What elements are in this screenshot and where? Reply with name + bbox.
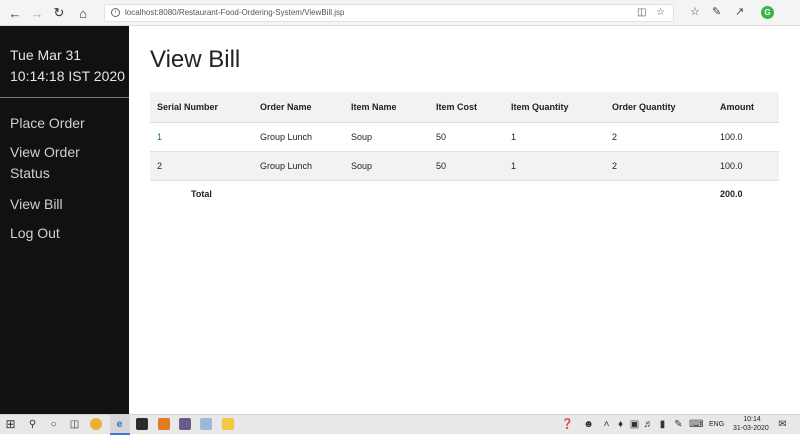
network-icon[interactable]: ▣: [628, 418, 641, 431]
home-icon[interactable]: ⌂: [74, 4, 92, 22]
people-icon[interactable]: ☻: [582, 418, 595, 431]
windows-taskbar: ⊞ ⚲ ○ ◫ e ❓ ☻ ˄ ♦ ▣ ♬ ▮ ✎ ⌨ ENG 10:14 31…: [0, 414, 800, 435]
terminal-icon[interactable]: [136, 418, 148, 430]
order-quantity-cell: 2: [605, 151, 713, 181]
item-name-cell: Soup: [344, 151, 429, 181]
pen-workspace-icon[interactable]: ✎: [672, 418, 685, 431]
app-orange-icon[interactable]: [158, 418, 170, 430]
favorites-bar-icon[interactable]: ☆: [690, 5, 700, 18]
item-quantity-cell: 1: [504, 122, 605, 152]
pen-icon[interactable]: ✎: [712, 5, 721, 18]
forward-icon[interactable]: →: [28, 4, 46, 22]
search-icon[interactable]: ⚲: [26, 418, 39, 431]
item-cost-cell: 50: [429, 151, 504, 181]
item-quantity-cell: 1: [504, 151, 605, 181]
sidebar-item-place-order[interactable]: Place Order: [10, 113, 120, 134]
notifications-icon[interactable]: ✉: [776, 418, 789, 431]
serial-number-cell[interactable]: 1: [150, 122, 253, 152]
column-header-amount: Amount: [713, 92, 779, 123]
chevron-up-icon[interactable]: ˄: [600, 418, 613, 431]
total-spacer-cell: [605, 180, 713, 208]
help-icon[interactable]: ❓: [561, 418, 574, 431]
share-icon[interactable]: ↗: [735, 5, 744, 18]
clock-date: Tue Mar 31: [10, 47, 82, 63]
taskbar-date[interactable]: 31-03-2020: [733, 425, 769, 432]
order-name-cell: Group Lunch: [253, 122, 344, 152]
column-header-item-cost: Item Cost: [429, 92, 504, 123]
total-row: Total 200.0: [150, 180, 779, 208]
sidebar-divider: [0, 97, 129, 98]
windows-start-icon[interactable]: ⊞: [4, 418, 17, 431]
total-spacer-cell: [344, 180, 429, 208]
profile-avatar[interactable]: G: [761, 6, 774, 19]
clock: Tue Mar 31 10:14:18 IST 2020: [10, 45, 125, 87]
bill-table: Serial Number Order Name Item Name Item …: [150, 92, 779, 208]
order-quantity-cell: 2: [605, 122, 713, 152]
column-header-item-name: Item Name: [344, 92, 429, 123]
total-label: Total: [191, 189, 212, 200]
order-name-cell: Group Lunch: [253, 151, 344, 181]
sidebar-item-log-out[interactable]: Log Out: [10, 223, 120, 244]
item-name-cell: Soup: [344, 122, 429, 152]
serial-number-cell: 2: [150, 151, 253, 181]
dropbox-icon[interactable]: ♦: [614, 418, 627, 431]
language-indicator[interactable]: ENG: [709, 421, 724, 428]
file-explorer-icon[interactable]: [222, 418, 234, 430]
taskbar-time[interactable]: 10:14: [742, 416, 762, 423]
refresh-icon[interactable]: ↻: [50, 4, 68, 22]
back-icon[interactable]: ←: [6, 4, 24, 22]
chrome-icon[interactable]: [90, 418, 102, 430]
main-content: View Bill Serial Number Order Name Item …: [129, 26, 800, 414]
total-spacer-cell: [504, 180, 605, 208]
volume-icon[interactable]: ♬: [642, 418, 655, 431]
browser-toolbar: ← → ↻ ⌂ i localhost:8080/Restaurant-Food…: [0, 0, 800, 26]
cortana-icon[interactable]: ○: [47, 418, 60, 431]
column-header-serial-number: Serial Number: [150, 92, 253, 123]
table-header-row: Serial Number Order Name Item Name Item …: [150, 92, 779, 123]
keyboard-icon[interactable]: ⌨: [689, 418, 703, 431]
notepad-icon[interactable]: [200, 418, 212, 430]
column-header-order-quantity: Order Quantity: [605, 92, 713, 123]
url-text[interactable]: localhost:8080/Restaurant-Food-Ordering-…: [125, 8, 345, 17]
sidebar-item-view-order-status[interactable]: View Order Status: [10, 142, 120, 184]
favorite-star-icon[interactable]: ☆: [656, 7, 665, 18]
column-header-item-quantity: Item Quantity: [504, 92, 605, 123]
total-value: 200.0: [720, 189, 743, 200]
app-purple-icon[interactable]: [179, 418, 191, 430]
amount-cell: 100.0: [713, 151, 779, 181]
reading-view-icon[interactable]: ◫: [637, 7, 646, 18]
sidebar: Tue Mar 31 10:14:18 IST 2020 Place Order…: [0, 26, 129, 414]
edge-icon[interactable]: e: [113, 418, 126, 431]
sidebar-item-view-bill[interactable]: View Bill: [10, 194, 120, 215]
clock-time: 10:14:18 IST 2020: [10, 68, 125, 84]
column-header-order-name: Order Name: [253, 92, 344, 123]
total-spacer-cell: [429, 180, 504, 208]
amount-cell: 100.0: [713, 122, 779, 152]
address-bar[interactable]: i localhost:8080/Restaurant-Food-Orderin…: [104, 4, 674, 22]
table-row: 2 Group Lunch Soup 50 1 2 100.0: [150, 151, 779, 181]
page-title: View Bill: [150, 46, 241, 73]
task-view-icon[interactable]: ◫: [68, 418, 81, 431]
site-info-icon[interactable]: i: [111, 8, 120, 17]
battery-icon[interactable]: ▮: [656, 418, 669, 431]
item-cost-cell: 50: [429, 122, 504, 152]
table-row: 1 Group Lunch Soup 50 1 2 100.0: [150, 122, 779, 152]
